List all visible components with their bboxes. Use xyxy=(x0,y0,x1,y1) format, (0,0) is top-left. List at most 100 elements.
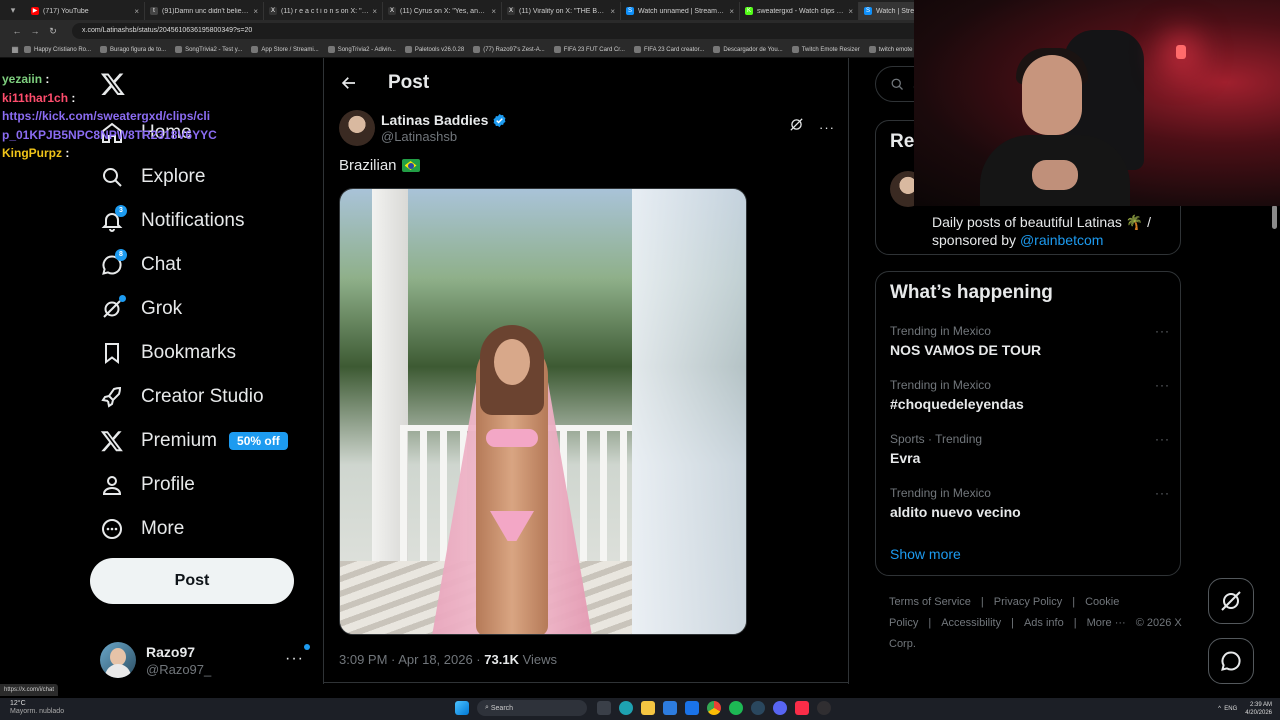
chat-link[interactable]: https://kick.com/sweatergxd/clips/clip_0… xyxy=(2,109,217,142)
bookmark-item[interactable]: FIFA 23 Card creator... xyxy=(633,46,705,53)
bookmark-item[interactable]: (77) Razo97's Zest-A... xyxy=(473,46,545,53)
nav-item-more[interactable]: More xyxy=(100,511,184,547)
file-explorer-icon[interactable] xyxy=(641,701,655,715)
more-dots-icon[interactable]: ··· xyxy=(285,644,310,668)
obs-icon[interactable] xyxy=(817,701,831,715)
back-arrow-icon[interactable] xyxy=(339,73,359,93)
bookmark-item[interactable]: twitch emote re xyxy=(868,46,919,53)
nav-item-profile[interactable]: Profile xyxy=(100,467,195,503)
footer-link[interactable]: More ··· xyxy=(1087,617,1126,629)
clock[interactable]: 2:39 AM 4/20/2026 xyxy=(1245,701,1272,717)
bookmark-label: Twitch Emote Resizer xyxy=(801,46,860,53)
scrollbar[interactable] xyxy=(1272,205,1277,229)
browser-tab[interactable]: S Watch unnamed | Streamable × xyxy=(621,2,740,20)
trend-more-icon[interactable]: ··· xyxy=(1155,486,1170,500)
tab-close-icon[interactable]: × xyxy=(491,7,496,16)
footer-link[interactable]: Terms of Service xyxy=(889,596,971,608)
bio-link[interactable]: @rainbetcom xyxy=(1020,232,1103,248)
post-button[interactable]: Post xyxy=(90,558,294,604)
nav-item-label: Explore xyxy=(141,166,206,187)
browser-tab[interactable]: ▶ (717) YouTube × xyxy=(26,2,145,20)
nav-item-notifications[interactable]: 3 Notifications xyxy=(100,203,245,239)
trend-item[interactable]: Trending in Mexico NOS VAMOS DE TOUR ··· xyxy=(890,324,1170,358)
browser-tab[interactable]: Ksweatergxd - Watch clips on K × xyxy=(740,2,859,20)
bookmark-favicon-icon xyxy=(553,46,561,53)
more-options-icon[interactable]: ··· xyxy=(819,120,835,135)
apps-grid-icon[interactable]: ▦ xyxy=(6,45,24,54)
trend-more-icon[interactable]: ··· xyxy=(1155,432,1170,446)
nav-item-grok[interactable]: Grok xyxy=(100,291,182,327)
bookmark-item[interactable]: Twitch Emote Resizer xyxy=(791,46,860,53)
footer-link[interactable]: Privacy Policy xyxy=(994,596,1062,608)
more-circle-icon xyxy=(100,517,124,541)
reload-icon[interactable]: ↻ xyxy=(44,26,62,37)
bookmark-item[interactable]: Burago figura de to... xyxy=(100,46,166,53)
weather-widget[interactable]: 12°C Mayorm. nublado xyxy=(10,700,64,716)
account-switcher[interactable]: Razo97 @Razo97_ ··· xyxy=(100,640,310,680)
browser-tab[interactable]: X (11) Virality on X: "THE BOTT × xyxy=(502,2,621,20)
store-icon[interactable] xyxy=(663,701,677,715)
steam-icon[interactable] xyxy=(751,701,765,715)
author-name[interactable]: Latinas Baddies xyxy=(381,112,488,128)
post-timestamp[interactable]: 3:09 PM · Apr 18, 2026 · xyxy=(339,652,481,667)
nav-item-premium[interactable]: Premium 50% off xyxy=(100,423,288,459)
messages-floating-button[interactable] xyxy=(1208,638,1254,684)
back-arrow-icon[interactable]: ← xyxy=(8,26,26,36)
music-icon[interactable] xyxy=(795,701,809,715)
show-more-link[interactable]: Show more xyxy=(890,546,961,562)
task-view-icon[interactable] xyxy=(597,701,611,715)
forward-arrow-icon[interactable]: → xyxy=(26,26,44,36)
tab-close-icon[interactable]: × xyxy=(848,7,853,16)
windows-start-icon[interactable] xyxy=(455,701,469,715)
trend-item[interactable]: Sports · Trending Evra ··· xyxy=(890,432,1170,466)
grok-floating-button[interactable] xyxy=(1208,578,1254,624)
nav-item-chat[interactable]: 8 Chat xyxy=(100,247,181,283)
author-avatar[interactable] xyxy=(339,110,375,146)
language-indicator[interactable]: ENG xyxy=(1224,706,1237,712)
browser-tab[interactable]: t (91)Damn unc didn't believe in × xyxy=(145,2,264,20)
tab-list-button[interactable]: ▾ xyxy=(0,0,26,20)
chrome-icon[interactable] xyxy=(707,701,721,715)
tab-close-icon[interactable]: × xyxy=(610,7,615,16)
browser-tab[interactable]: X (11) Cyrus on X: "Yes, and it'd × xyxy=(383,2,502,20)
url-field[interactable]: x.com/Latinashsb/status/2045610636195800… xyxy=(72,23,932,39)
trend-item[interactable]: Trending in Mexico aldito nuevo vecino ··· xyxy=(890,486,1170,520)
tab-close-icon[interactable]: × xyxy=(253,7,258,16)
tab-close-icon[interactable]: × xyxy=(372,7,377,16)
taskbar-search[interactable]: ⌕ Search xyxy=(477,700,587,716)
nav-item-label: Notifications xyxy=(141,210,245,231)
bookmark-label: SongTrivia2 - Test y... xyxy=(185,46,243,53)
author-handle[interactable]: @Latinashsb xyxy=(381,129,507,144)
mail-icon[interactable] xyxy=(685,701,699,715)
bookmark-item[interactable]: Paletools v26.0.28 xyxy=(404,46,464,53)
post-media-image[interactable] xyxy=(339,188,747,635)
clock-time: 2:39 AM xyxy=(1249,702,1272,708)
nav-item-creator-studio[interactable]: Creator Studio xyxy=(100,379,264,415)
bookmark-item[interactable]: Descargador de You... xyxy=(713,46,783,53)
spotify-icon[interactable] xyxy=(729,701,743,715)
bookmark-item[interactable]: SongTrivia2 - Test y... xyxy=(175,46,242,53)
bookmark-item[interactable]: Happy Cristiano Ro... xyxy=(24,46,91,53)
discord-icon[interactable] xyxy=(773,701,787,715)
footer-link[interactable]: Accessibility xyxy=(941,617,1001,629)
trend-more-icon[interactable]: ··· xyxy=(1155,378,1170,392)
browser-tab[interactable]: X (11) r e a c t i o n s on X: "El cro× xyxy=(264,2,383,20)
bookmark-item[interactable]: SongTrivia2 - Adivin... xyxy=(327,46,396,53)
windows-taskbar: 12°C Mayorm. nublado ⌕ Search ^ ENG 2:39… xyxy=(0,698,1280,720)
bookmark-item[interactable]: App Store / Streami... xyxy=(251,46,319,53)
bookmark-item[interactable]: FIFA 23 FUT Card Cr... xyxy=(553,46,625,53)
tab-favicon-icon: X xyxy=(388,7,396,15)
footer-link[interactable]: Ads info xyxy=(1024,617,1064,629)
bookmark-label: FIFA 23 Card creator... xyxy=(643,46,705,53)
trend-item[interactable]: Trending in Mexico #choquedeleyendas ··· xyxy=(890,378,1170,412)
nav-item-explore[interactable]: Explore xyxy=(100,159,205,195)
tab-close-icon[interactable]: × xyxy=(729,7,734,16)
grok-icon[interactable] xyxy=(788,116,805,138)
footer-separator: | xyxy=(980,596,984,608)
footer-separator: | xyxy=(1073,617,1077,629)
trend-more-icon[interactable]: ··· xyxy=(1155,324,1170,338)
tray-chevron-icon[interactable]: ^ xyxy=(1218,706,1221,712)
nav-item-bookmarks[interactable]: Bookmarks xyxy=(100,335,236,371)
edge-icon[interactable] xyxy=(619,701,633,715)
tab-close-icon[interactable]: × xyxy=(134,7,139,16)
